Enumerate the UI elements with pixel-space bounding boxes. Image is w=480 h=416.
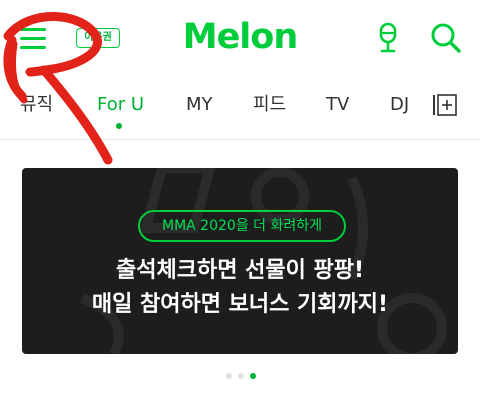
pager-dot <box>226 373 232 379</box>
header-divider <box>0 139 480 140</box>
add-tab-icon[interactable] <box>432 93 458 117</box>
banner-headline-1: 출석체크하면 선물이 팡팡! <box>116 258 364 283</box>
ticket-badge[interactable]: 이용권 <box>76 28 120 48</box>
microphone-icon[interactable] <box>372 20 404 56</box>
melon-home-screen: 이용권 Melon 뮤직 For U MY 피드 TV DJ MMA 2020을… <box>0 0 480 416</box>
banner-pager <box>226 373 260 381</box>
tab-tv[interactable]: TV <box>326 92 349 118</box>
pager-dot <box>238 373 244 379</box>
pager-dot-active <box>250 373 256 379</box>
event-banner[interactable]: MMA 2020을 더 화려하게 출석체크하면 선물이 팡팡! 매일 참여하면 … <box>22 168 458 354</box>
tab-dj[interactable]: DJ <box>390 92 409 118</box>
tab-feed[interactable]: 피드 <box>253 92 286 118</box>
tab-bar: 뮤직 For U MY 피드 TV DJ <box>0 82 480 134</box>
active-tab-indicator <box>116 123 122 129</box>
search-icon[interactable] <box>428 20 464 56</box>
banner-headline-2: 매일 참여하면 보너스 기회까지! <box>91 292 389 317</box>
tab-my[interactable]: MY <box>186 92 213 118</box>
tab-music[interactable]: 뮤직 <box>20 92 53 118</box>
event-pill: MMA 2020을 더 화려하게 <box>138 210 346 242</box>
app-header: 이용권 Melon <box>0 0 480 78</box>
melon-logo: Melon <box>182 17 299 57</box>
tab-for-u[interactable]: For U <box>97 92 144 118</box>
hamburger-menu-icon[interactable] <box>18 24 50 52</box>
